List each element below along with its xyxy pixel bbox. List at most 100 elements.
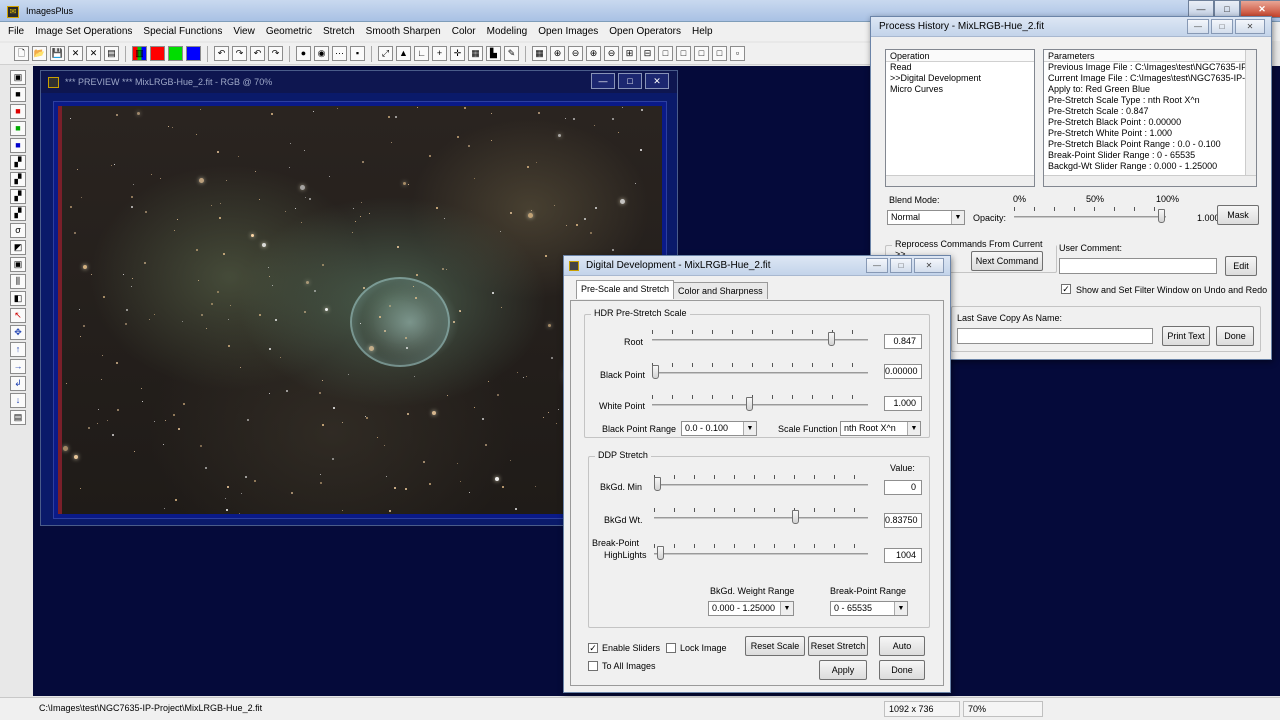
redo-icon[interactable]: ↷ bbox=[232, 46, 247, 61]
frame3-icon[interactable]: □ bbox=[694, 46, 709, 61]
undo-icon[interactable]: ↶ bbox=[214, 46, 229, 61]
layer-icon[interactable]: ▞ bbox=[10, 172, 26, 187]
zoom-fit-icon[interactable]: ⊕ bbox=[586, 46, 601, 61]
root-slider[interactable] bbox=[652, 330, 868, 350]
green-channel-icon[interactable] bbox=[168, 46, 183, 61]
bkgd-min-value[interactable]: 0 bbox=[884, 480, 922, 495]
operation-item[interactable]: Micro Curves bbox=[886, 84, 1034, 95]
bkgd-min-slider[interactable] bbox=[654, 475, 868, 495]
marker-icon[interactable]: ▪ bbox=[350, 46, 365, 61]
arrow-up-icon[interactable]: ↑ bbox=[10, 342, 26, 357]
reset-stretch-button[interactable]: Reset Stretch bbox=[808, 636, 868, 656]
slider-thumb[interactable] bbox=[654, 477, 661, 491]
app-icon[interactable]: ✉ bbox=[7, 6, 19, 18]
arrow-right-icon[interactable]: → bbox=[10, 359, 26, 374]
white-point-value[interactable]: 1.000 bbox=[884, 396, 922, 411]
redo-all-icon[interactable]: ↷ bbox=[268, 46, 283, 61]
zoom-reset-icon[interactable]: ⊖ bbox=[604, 46, 619, 61]
close-icon[interactable]: ✕ bbox=[86, 46, 101, 61]
menu-smooth-sharpen[interactable]: Smooth Sharpen bbox=[366, 26, 441, 37]
menu-special-functions[interactable]: Special Functions bbox=[143, 26, 222, 37]
preview-maximize-button[interactable]: □ bbox=[618, 73, 642, 89]
circle-icon[interactable]: ● bbox=[296, 46, 311, 61]
menu-stretch[interactable]: Stretch bbox=[323, 26, 355, 37]
slider-thumb[interactable] bbox=[792, 510, 799, 524]
operation-item[interactable]: Read bbox=[886, 62, 1034, 73]
black-point-value[interactable]: 0.00000 bbox=[884, 364, 922, 379]
lock-image-checkbox[interactable] bbox=[666, 643, 676, 653]
menu-geometric[interactable]: Geometric bbox=[266, 26, 312, 37]
menu-open-operators[interactable]: Open Operators bbox=[609, 26, 681, 37]
tab-color-sharpness[interactable]: Color and Sharpness bbox=[673, 282, 768, 299]
enable-sliders-checkbox[interactable]: ✓ bbox=[588, 643, 598, 653]
parameter-item[interactable]: Break-Point Slider Range : 0 - 65535 bbox=[1044, 150, 1256, 161]
menu-color[interactable]: Color bbox=[452, 26, 476, 37]
history-done-button[interactable]: Done bbox=[1216, 326, 1254, 346]
black-square-icon[interactable]: ■ bbox=[10, 87, 26, 102]
gradient-icon[interactable]: ◩ bbox=[10, 240, 26, 255]
red-channel-icon[interactable]: ■ bbox=[10, 104, 26, 119]
dd-done-button[interactable]: Done bbox=[879, 660, 925, 680]
bkgd-wt-slider[interactable] bbox=[654, 508, 868, 528]
show-filter-checkbox[interactable]: ✓ bbox=[1061, 284, 1071, 294]
black-point-slider[interactable] bbox=[652, 363, 868, 383]
user-comment-input[interactable] bbox=[1059, 258, 1217, 274]
history-close-button[interactable]: ✕ bbox=[1235, 19, 1265, 34]
opacity-slider[interactable] bbox=[1014, 207, 1166, 227]
auto-button[interactable]: Auto bbox=[879, 636, 925, 656]
parameter-item[interactable]: Backgd-Wt Slider Range : 0.000 - 1.25000 bbox=[1044, 161, 1256, 172]
slider-thumb[interactable] bbox=[746, 397, 753, 411]
history-minimize-button[interactable]: — bbox=[1187, 19, 1209, 34]
parameter-item[interactable]: Apply to: Red Green Blue bbox=[1044, 84, 1256, 95]
root-value[interactable]: 0.847 bbox=[884, 334, 922, 349]
frame2-icon[interactable]: □ bbox=[676, 46, 691, 61]
grid-icon[interactable]: ▦ bbox=[468, 46, 483, 61]
page-icon[interactable]: ▤ bbox=[10, 410, 26, 425]
frame4-icon[interactable]: □ bbox=[712, 46, 727, 61]
breakpoint-slider[interactable] bbox=[654, 544, 868, 564]
menu-open-images[interactable]: Open Images bbox=[538, 26, 598, 37]
move-icon[interactable]: ⤢ bbox=[378, 46, 393, 61]
next-command-button[interactable]: Next Command bbox=[971, 251, 1043, 271]
slider-thumb[interactable] bbox=[1158, 209, 1165, 223]
record-icon[interactable]: ◉ bbox=[314, 46, 329, 61]
menu-view[interactable]: View bbox=[233, 26, 255, 37]
print-icon[interactable]: ▤ bbox=[104, 46, 119, 61]
dd-minimize-button[interactable]: — bbox=[866, 258, 888, 273]
move-icon[interactable]: ✥ bbox=[10, 325, 26, 340]
zoom-in-icon[interactable]: ⊕ bbox=[550, 46, 565, 61]
parameter-hscrollbar[interactable] bbox=[1044, 175, 1256, 186]
open-folder-icon[interactable]: 📂 bbox=[32, 46, 47, 61]
zoom-plus-icon[interactable]: ⊞ bbox=[622, 46, 637, 61]
cursor-icon[interactable]: ↖ bbox=[10, 308, 26, 323]
plus-icon[interactable]: ✛ bbox=[450, 46, 465, 61]
bkgd-weight-range-select[interactable]: 0.000 - 1.25000 ▼ bbox=[708, 601, 794, 616]
parameter-list[interactable]: Parameters Previous Image File : C:\Imag… bbox=[1043, 49, 1257, 187]
plot-icon[interactable]: ∟ bbox=[414, 46, 429, 61]
frame5-icon[interactable]: ▫ bbox=[730, 46, 745, 61]
parameter-item[interactable]: Pre-Stretch White Point : 1.000 bbox=[1044, 128, 1256, 139]
preview-minimize-button[interactable]: — bbox=[591, 73, 615, 89]
slider-thumb[interactable] bbox=[828, 332, 835, 346]
edit-button[interactable]: Edit bbox=[1225, 256, 1257, 276]
new-doc-icon[interactable]: 🗋 bbox=[14, 46, 29, 61]
blend-mode-select[interactable]: Normal ▼ bbox=[887, 210, 965, 225]
operation-list[interactable]: Operation Read >>Digital Development Mic… bbox=[885, 49, 1035, 187]
breakpoint-value[interactable]: 1004 bbox=[884, 548, 922, 563]
parameter-item[interactable]: Pre-Stretch Black Point Range : 0.0 - 0.… bbox=[1044, 139, 1256, 150]
parameter-item[interactable]: Pre-Stretch Scale Type : nth Root X^n bbox=[1044, 95, 1256, 106]
apply-button[interactable]: Apply bbox=[819, 660, 867, 680]
menu-file[interactable]: File bbox=[8, 26, 24, 37]
arrow-down-icon[interactable]: ↓ bbox=[10, 393, 26, 408]
delete-icon[interactable]: ✕ bbox=[68, 46, 83, 61]
histogram-icon[interactable]: ▲ bbox=[396, 46, 411, 61]
zoom-minus-icon[interactable]: ⊟ bbox=[640, 46, 655, 61]
mask-icon[interactable]: σ bbox=[10, 223, 26, 238]
arrow-return-icon[interactable]: ↲ bbox=[10, 376, 26, 391]
menu-image-set-operations[interactable]: Image Set Operations bbox=[35, 26, 132, 37]
dd-titlebar[interactable]: Digital Development - MixLRGB-Hue_2.fit … bbox=[564, 256, 950, 276]
select-icon[interactable]: ▣ bbox=[10, 257, 26, 272]
preview-close-button[interactable]: ✕ bbox=[645, 73, 669, 89]
preview-titlebar[interactable]: *** PREVIEW *** MixLRGB-Hue_2.fit - RGB … bbox=[41, 71, 677, 93]
operation-hscrollbar[interactable] bbox=[886, 175, 1034, 186]
